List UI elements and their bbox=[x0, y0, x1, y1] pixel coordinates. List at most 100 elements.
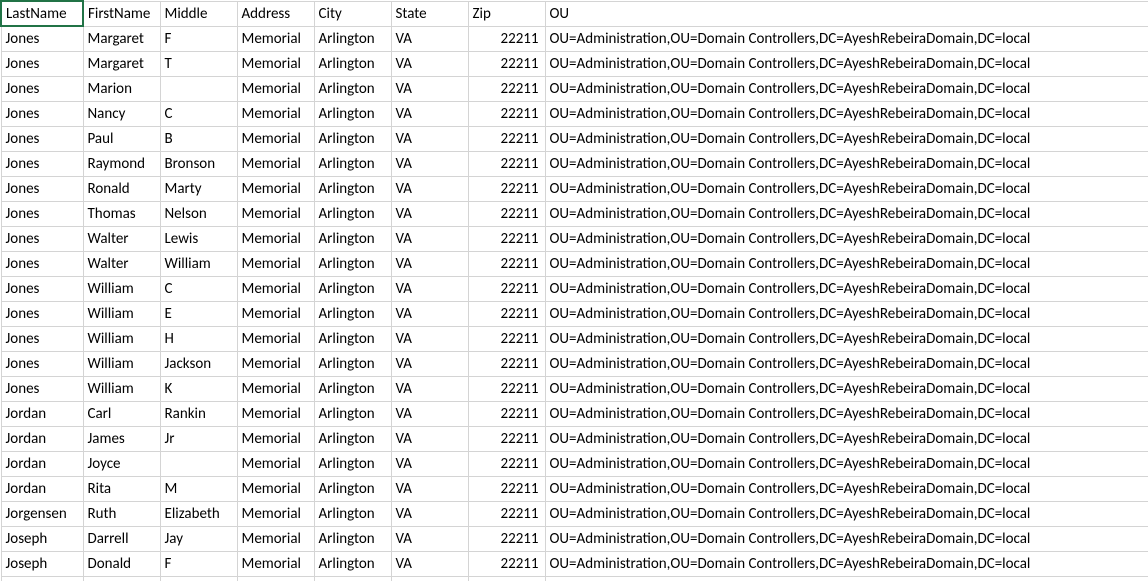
cell-zip[interactable]: 22211 bbox=[468, 26, 545, 51]
cell-address[interactable]: Memorial bbox=[237, 476, 314, 501]
cell-firstname[interactable]: William bbox=[83, 376, 160, 401]
cell-address[interactable]: Memorial bbox=[237, 226, 314, 251]
cell-address[interactable]: Memorial bbox=[237, 151, 314, 176]
cell-ou[interactable]: OU=Administration,OU=Domain Controllers,… bbox=[545, 476, 1148, 501]
cell-city[interactable]: Arlington bbox=[314, 401, 391, 426]
cell-state[interactable]: VA bbox=[391, 226, 468, 251]
cell-zip[interactable]: 22211 bbox=[468, 101, 545, 126]
cell-ou[interactable]: OU=Administration,OU=Domain Controllers,… bbox=[545, 226, 1148, 251]
cell-middle[interactable]: Bronson bbox=[160, 151, 237, 176]
cell-address[interactable]: Memorial bbox=[237, 376, 314, 401]
cell-state[interactable]: VA bbox=[391, 276, 468, 301]
cell-ou[interactable]: OU=Administration,OU=Domain Controllers,… bbox=[545, 376, 1148, 401]
cell-firstname[interactable]: Ruth bbox=[83, 501, 160, 526]
cell-middle[interactable]: Jay bbox=[160, 526, 237, 551]
cell-firstname[interactable]: Raymond bbox=[83, 151, 160, 176]
cell-address[interactable]: Memorial bbox=[237, 401, 314, 426]
cell-middle[interactable]: Jackson bbox=[160, 351, 237, 376]
cell-state[interactable]: VA bbox=[391, 201, 468, 226]
cell-firstname[interactable]: Donald bbox=[83, 551, 160, 576]
cell-state[interactable]: VA bbox=[391, 101, 468, 126]
cell-lastname[interactable]: Jordan bbox=[1, 476, 83, 501]
cell-state[interactable]: VA bbox=[391, 451, 468, 476]
cell-city[interactable]: Arlington bbox=[314, 51, 391, 76]
cell-ou[interactable]: OU=Administration,OU=Domain Controllers,… bbox=[545, 426, 1148, 451]
cell-city[interactable]: Arlington bbox=[314, 426, 391, 451]
cell-state[interactable]: VA bbox=[391, 26, 468, 51]
header-address[interactable]: Address bbox=[237, 1, 314, 26]
cell-lastname[interactable]: Jones bbox=[1, 376, 83, 401]
cell-middle[interactable]: F bbox=[160, 551, 237, 576]
cell-ou[interactable]: OU=Administration,OU=Domain Controllers,… bbox=[545, 51, 1148, 76]
cell-ou[interactable]: OU=Administration,OU=Domain Controllers,… bbox=[545, 351, 1148, 376]
cell-city[interactable]: Arlington bbox=[314, 251, 391, 276]
cell-city[interactable]: Arlington bbox=[314, 276, 391, 301]
cell-city[interactable]: Arlington bbox=[314, 376, 391, 401]
cell-address[interactable]: Memorial bbox=[237, 326, 314, 351]
cell-zip[interactable]: 22211 bbox=[468, 401, 545, 426]
cell-zip[interactable]: 22211 bbox=[468, 476, 545, 501]
cell-lastname[interactable]: Jones bbox=[1, 26, 83, 51]
cell-address[interactable]: Memorial bbox=[237, 451, 314, 476]
cell-zip[interactable]: 22211 bbox=[468, 76, 545, 101]
cell-ou[interactable]: OU=Administration,OU=Domain Controllers,… bbox=[545, 76, 1148, 101]
cell-lastname[interactable]: Jones bbox=[1, 101, 83, 126]
cell-zip[interactable]: 22211 bbox=[468, 451, 545, 476]
cell-city[interactable]: Arlington bbox=[314, 26, 391, 51]
cell-city[interactable]: Arlington bbox=[314, 526, 391, 551]
cell-lastname[interactable]: Jordan bbox=[1, 426, 83, 451]
cell-firstname[interactable]: Thomas bbox=[83, 201, 160, 226]
header-state[interactable]: State bbox=[391, 1, 468, 26]
cell-city[interactable]: Arlington bbox=[314, 226, 391, 251]
cell-address[interactable]: Memorial bbox=[237, 176, 314, 201]
cell-state[interactable]: VA bbox=[391, 76, 468, 101]
header-zip[interactable]: Zip bbox=[468, 1, 545, 26]
cell-address[interactable]: Memorial bbox=[237, 101, 314, 126]
cell-address[interactable]: Memorial bbox=[237, 426, 314, 451]
cell-middle[interactable]: C bbox=[160, 276, 237, 301]
cell-middle[interactable]: M bbox=[160, 476, 237, 501]
cell-firstname[interactable]: William bbox=[83, 326, 160, 351]
cell-state[interactable]: VA bbox=[391, 526, 468, 551]
cell-middle[interactable]: Nelson bbox=[160, 201, 237, 226]
cell-ou[interactable]: OU=Administration,OU=Domain Controllers,… bbox=[545, 251, 1148, 276]
cell-state[interactable]: VA bbox=[391, 151, 468, 176]
cell-lastname[interactable]: Joseph bbox=[1, 576, 83, 581]
cell-city[interactable]: Arlington bbox=[314, 76, 391, 101]
cell-address[interactable]: Memorial bbox=[237, 276, 314, 301]
cell-firstname[interactable]: William bbox=[83, 276, 160, 301]
cell-lastname[interactable]: Jones bbox=[1, 76, 83, 101]
cell-ou[interactable]: OU=Administration,OU=Domain Controllers,… bbox=[545, 576, 1148, 581]
cell-address[interactable]: Memorial bbox=[237, 26, 314, 51]
cell-ou[interactable]: OU=Administration,OU=Domain Controllers,… bbox=[545, 26, 1148, 51]
cell-state[interactable]: VA bbox=[391, 576, 468, 581]
cell-lastname[interactable]: Jones bbox=[1, 351, 83, 376]
cell-state[interactable]: VA bbox=[391, 401, 468, 426]
cell-city[interactable]: Arlington bbox=[314, 451, 391, 476]
cell-address[interactable]: Memorial bbox=[237, 501, 314, 526]
cell-address[interactable]: Memorial bbox=[237, 126, 314, 151]
cell-zip[interactable]: 22211 bbox=[468, 201, 545, 226]
cell-middle[interactable]: Rankin bbox=[160, 401, 237, 426]
cell-state[interactable]: VA bbox=[391, 551, 468, 576]
cell-middle[interactable]: C bbox=[160, 101, 237, 126]
cell-state[interactable]: VA bbox=[391, 501, 468, 526]
header-firstname[interactable]: FirstName bbox=[83, 1, 160, 26]
cell-zip[interactable]: 22211 bbox=[468, 426, 545, 451]
cell-lastname[interactable]: Jordan bbox=[1, 401, 83, 426]
cell-state[interactable]: VA bbox=[391, 351, 468, 376]
cell-city[interactable]: Arlington bbox=[314, 326, 391, 351]
cell-ou[interactable]: OU=Administration,OU=Domain Controllers,… bbox=[545, 201, 1148, 226]
cell-city[interactable]: Arlington bbox=[314, 176, 391, 201]
cell-zip[interactable]: 22211 bbox=[468, 526, 545, 551]
cell-zip[interactable]: 22211 bbox=[468, 151, 545, 176]
cell-lastname[interactable]: Joseph bbox=[1, 551, 83, 576]
cell-lastname[interactable]: Jordan bbox=[1, 451, 83, 476]
cell-city[interactable]: Arlington bbox=[314, 576, 391, 581]
cell-state[interactable]: VA bbox=[391, 251, 468, 276]
cell-zip[interactable]: 22211 bbox=[468, 301, 545, 326]
cell-state[interactable]: VA bbox=[391, 476, 468, 501]
cell-ou[interactable]: OU=Administration,OU=Domain Controllers,… bbox=[545, 301, 1148, 326]
cell-state[interactable]: VA bbox=[391, 301, 468, 326]
cell-ou[interactable]: OU=Administration,OU=Domain Controllers,… bbox=[545, 276, 1148, 301]
